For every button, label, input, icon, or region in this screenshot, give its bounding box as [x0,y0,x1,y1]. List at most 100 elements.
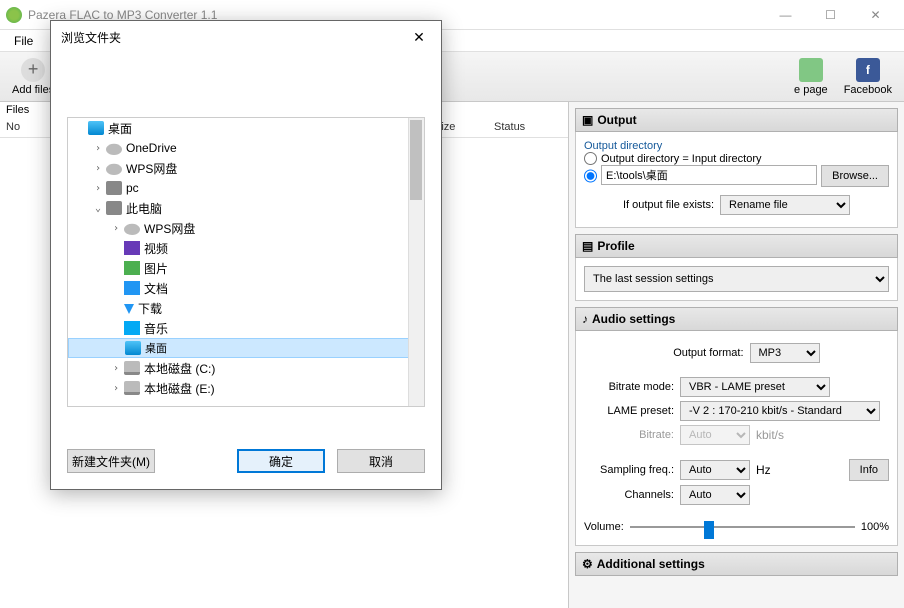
tree-item-label: OneDrive [126,141,177,155]
tree-item-label: 桌面 [145,340,167,356]
tree-item[interactable]: 图片 [68,258,424,278]
tree-item[interactable]: ⌄ 此电脑 [68,198,424,218]
dialog-title: 浏览文件夹 [61,29,407,46]
col-no[interactable]: No [0,121,30,133]
cloud-icon [124,221,140,235]
tree-item[interactable]: 视频 [68,238,424,258]
facebook-button[interactable]: f Facebook [836,56,900,98]
maximize-button[interactable]: ☐ [808,0,853,30]
output-path-input[interactable] [601,165,817,185]
output-header: ▣ Output [575,108,898,132]
tree-item-label: pc [126,181,139,195]
close-button[interactable]: ✕ [853,0,898,30]
dialog-titlebar: 浏览文件夹 ✕ [51,21,441,53]
cancel-button[interactable]: 取消 [337,449,425,473]
profile-header-label: Profile [597,239,634,253]
additional-header-label: Additional settings [597,557,705,571]
sampling-select[interactable]: Auto [680,460,750,480]
if-exists-label: If output file exists: [623,199,714,211]
col-status[interactable]: Status [488,121,568,133]
tree-item-label: WPS网盘 [144,220,195,237]
minimize-button[interactable]: — [763,0,808,30]
tree-item-label: 下载 [138,300,162,317]
tree-item-label: 本地磁盘 (C:) [144,360,215,377]
expander-icon[interactable]: › [90,183,106,194]
browse-folder-dialog: 浏览文件夹 ✕ 桌面›OneDrive›WPS网盘›pc⌄此电脑›WPS网盘视频… [50,20,442,490]
doc-icon [124,281,140,295]
pic-icon [124,261,140,275]
tree-item[interactable]: › OneDrive [68,138,424,158]
volume-slider[interactable] [630,517,855,537]
additional-header: ⚙ Additional settings [575,552,898,576]
tree-item[interactable]: 桌面 [68,118,424,138]
if-exists-select[interactable]: Rename file [720,195,850,215]
video-icon [124,241,140,255]
channels-select[interactable]: Auto [680,485,750,505]
expander-icon[interactable]: › [108,363,124,374]
tree-scrollbar[interactable] [408,118,424,406]
bitrate-label: Bitrate: [584,429,674,441]
tree-item-label: 视频 [144,240,168,257]
volume-label: Volume: [584,521,624,533]
audio-header-label: Audio settings [592,312,675,326]
audio-header: ♪ Audio settings [575,307,898,331]
browse-button[interactable]: Browse... [821,165,889,187]
tree-item[interactable]: 音乐 [68,318,424,338]
app-icon [6,7,22,23]
tree-item[interactable]: 桌面 [68,338,424,358]
expander-icon[interactable]: › [90,163,106,174]
note-icon: ♪ [582,312,588,326]
expander-icon[interactable]: › [90,143,106,154]
disk-icon [124,361,140,375]
folder-icon: ▣ [582,113,593,127]
add-files-label: Add files [12,84,54,96]
tree-item-label: 桌面 [108,120,132,137]
info-button[interactable]: Info [849,459,889,481]
sampling-unit: Hz [756,463,771,477]
lame-label: LAME preset: [584,405,674,417]
plus-icon: + [21,58,45,82]
profile-select[interactable]: The last session settings [584,266,889,292]
dialog-close-button[interactable]: ✕ [407,25,431,49]
disk-icon [124,381,140,395]
pc-icon [106,201,122,215]
tree-item-label: 文档 [144,280,168,297]
tree-item[interactable]: › WPS网盘 [68,218,424,238]
bitrate-select: Auto [680,425,750,445]
tree-item[interactable]: › pc [68,178,424,198]
tree-item-label: 此电脑 [126,200,162,217]
desktop-icon [125,341,141,355]
home-icon [799,58,823,82]
tree-item-label: 图片 [144,260,168,277]
ok-button[interactable]: 确定 [237,449,325,473]
tree-item[interactable]: › 本地磁盘 (C:) [68,358,424,378]
tree-item[interactable]: 文档 [68,278,424,298]
radio-same-as-input[interactable] [584,152,597,165]
radio-custom-dir[interactable] [584,165,597,187]
format-select[interactable]: MP3 [750,343,820,363]
down-icon [124,304,134,314]
lame-select[interactable]: -V 2 : 170-210 kbit/s - Standard [680,401,880,421]
new-folder-button[interactable]: 新建文件夹(M) [67,449,155,473]
expander-icon[interactable]: › [108,223,124,234]
tree-item-label: WPS网盘 [126,160,177,177]
cloud-icon [106,161,122,175]
homepage-label: e page [794,84,828,96]
expander-icon[interactable]: ⌄ [90,203,106,214]
bitrate-mode-select[interactable]: VBR - LAME preset [680,377,830,397]
gear-icon: ⚙ [582,557,593,571]
sampling-label: Sampling freq.: [584,464,674,476]
output-header-label: Output [597,113,636,127]
channels-label: Channels: [584,489,674,501]
tree-item[interactable]: › WPS网盘 [68,158,424,178]
folder-tree[interactable]: 桌面›OneDrive›WPS网盘›pc⌄此电脑›WPS网盘视频图片文档下载音乐… [67,117,425,407]
homepage-button[interactable]: e page [786,56,836,98]
output-dir-group: Output directory [584,140,889,152]
tree-item[interactable]: 下载 [68,298,424,318]
bitrate-unit: kbit/s [756,428,784,442]
tree-item[interactable]: ›本地磁盘 (E:) [68,378,424,398]
pc-icon [106,181,122,195]
expander-icon[interactable]: › [108,383,124,394]
menu-file[interactable]: File [6,32,41,50]
bitrate-mode-label: Bitrate mode: [584,381,674,393]
